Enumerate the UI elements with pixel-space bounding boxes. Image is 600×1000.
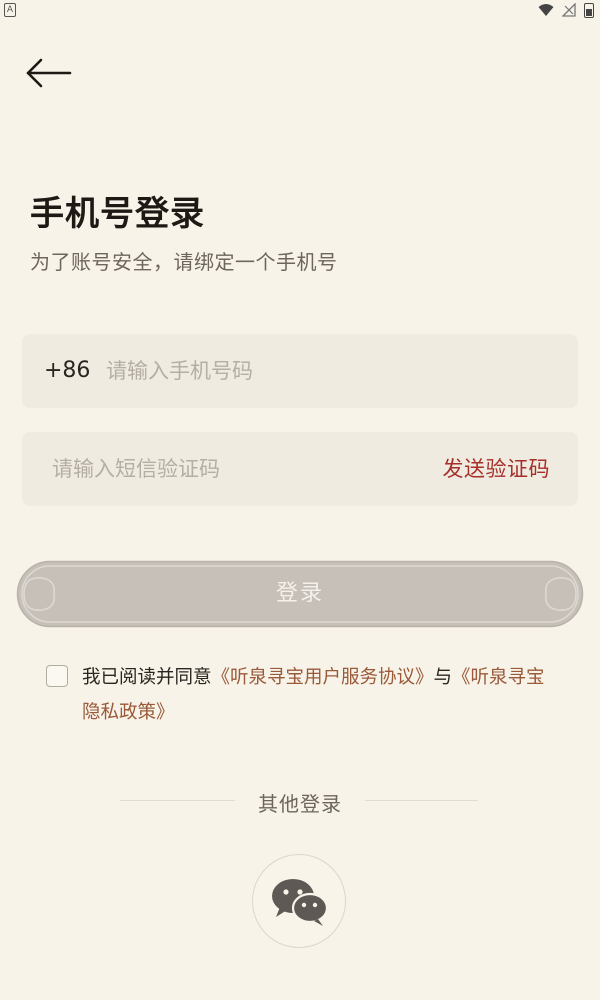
send-code-button[interactable]: 发送验证码 — [443, 432, 551, 506]
wechat-login-button[interactable] — [252, 854, 346, 948]
agreement-checkbox[interactable] — [46, 665, 68, 687]
sms-code-input[interactable] — [52, 432, 412, 506]
agreement-prefix: 我已阅读并同意 — [82, 667, 212, 688]
status-bar: A — [0, 0, 600, 20]
page-title: 手机号登录 — [30, 194, 205, 234]
terms-of-service-link[interactable]: 《听泉寻宝用户服务协议》 — [212, 667, 434, 688]
divider-right — [365, 800, 478, 801]
signal-icon — [562, 3, 576, 17]
login-button[interactable]: 登录 — [16, 560, 584, 628]
page-subtitle: 为了账号安全，请绑定一个手机号 — [30, 250, 338, 274]
country-code[interactable]: +86 — [44, 334, 90, 408]
status-icons — [538, 2, 594, 18]
back-button[interactable] — [24, 56, 74, 90]
wifi-icon — [538, 4, 554, 16]
phone-input[interactable] — [106, 334, 546, 408]
phone-field: +86 — [22, 334, 578, 408]
sms-code-field: 发送验证码 — [22, 432, 578, 506]
arrow-left-icon — [26, 58, 72, 88]
login-button-label: 登录 — [275, 581, 324, 606]
battery-icon — [584, 2, 594, 18]
wechat-icon — [272, 879, 329, 926]
agreement-joiner: 与 — [433, 667, 453, 688]
app-notification-icon: A — [4, 3, 16, 17]
other-login-label: 其他登录 — [258, 792, 342, 816]
agreement-text: 我已阅读并同意《听泉寻宝用户服务协议》与《听泉寻宝隐私政策》 — [82, 660, 562, 730]
